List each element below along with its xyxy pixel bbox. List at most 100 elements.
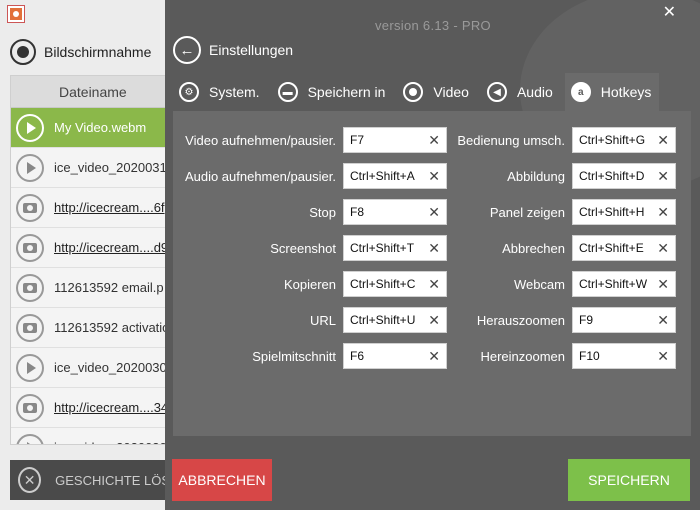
file-row[interactable]: My Video.webm	[11, 108, 169, 148]
tab-video[interactable]: Video	[397, 73, 475, 111]
record-icon	[10, 39, 36, 65]
clear-history-label: GESCHICHTE LÖS	[55, 472, 170, 488]
record-mode-selector[interactable]: Bildschirmnahme ▼	[10, 34, 180, 70]
save-button[interactable]: SPEICHERN	[568, 459, 690, 501]
hotkey-label: Hereinzoomen	[480, 348, 565, 364]
speaker-icon: ◀	[486, 82, 507, 102]
app-logo-icon	[8, 6, 24, 22]
file-name[interactable]: http://icecream....6f	[54, 200, 165, 215]
file-name: 112613592 activatio	[54, 320, 170, 335]
file-list-header[interactable]: Dateiname	[11, 76, 169, 108]
hotkey-row: Audio aufnehmen/pausier. Ctrl+Shift+A ✕	[175, 163, 447, 189]
tab-system[interactable]: ⚙ System.	[173, 73, 266, 111]
hotkey-row: Video aufnehmen/pausier. F7 ✕	[175, 127, 447, 153]
file-name[interactable]: http://icecream....34	[54, 400, 168, 415]
clear-history-icon: ✕	[18, 467, 42, 493]
hotkey-input[interactable]: Ctrl+Shift+E ✕	[572, 235, 676, 261]
hotkey-row: Webcam Ctrl+Shift+W ✕	[423, 271, 676, 297]
file-rows: My Video.webm ice_video_20200312 http://ic…	[11, 108, 169, 444]
hotkey-label: Bedienung umsch.	[457, 132, 565, 148]
file-row[interactable]: http://icecream....d9	[11, 228, 169, 268]
hotkey-value: Ctrl+Shift+A	[350, 169, 415, 183]
camera-icon[interactable]	[16, 193, 44, 222]
clear-hotkey-icon[interactable]: ✕	[657, 168, 669, 185]
hotkey-input[interactable]: Ctrl+Shift+D ✕	[572, 163, 676, 189]
file-name: ice_video_20200305	[54, 360, 170, 375]
hotkey-label: Audio aufnehmen/pausier.	[184, 168, 336, 184]
file-row[interactable]: ice_video_20200305	[11, 348, 169, 388]
file-name: My Video.webm	[54, 120, 147, 135]
back-arrow-icon: ←	[173, 36, 201, 64]
hotkey-input[interactable]: F10 ✕	[572, 343, 676, 369]
file-row[interactable]: ice_video_2020030	[11, 428, 169, 444]
hotkey-value: F7	[350, 133, 365, 147]
file-row[interactable]: http://icecream....6f	[11, 188, 169, 228]
file-name: 112613592 email.p	[54, 280, 164, 295]
hotkey-label: Screenshot	[270, 240, 336, 256]
hotkey-value: F6	[350, 349, 365, 363]
hotkey-label: Stop	[309, 204, 336, 220]
back-button[interactable]: ← Einstellungen	[173, 36, 293, 64]
hotkey-input[interactable]: Ctrl+Shift+H ✕	[572, 199, 676, 225]
camera-icon[interactable]	[16, 233, 44, 262]
hotkey-input[interactable]: Ctrl+Shift+G ✕	[572, 127, 676, 153]
hotkey-row: Herauszoomen F9 ✕	[423, 307, 676, 333]
clear-hotkey-icon[interactable]: ✕	[657, 240, 669, 257]
file-name[interactable]: http://icecream....d9	[54, 240, 168, 255]
hotkey-value: Ctrl+Shift+C	[350, 277, 416, 291]
hotkey-input[interactable]: Ctrl+Shift+W ✕	[572, 271, 676, 297]
hotkey-row: Abbrechen Ctrl+Shift+E ✕	[423, 235, 676, 261]
hotkey-value: Ctrl+Shift+E	[579, 241, 644, 255]
clear-hotkey-icon[interactable]: ✕	[657, 348, 669, 365]
hotkey-value: Ctrl+Shift+T	[350, 241, 415, 255]
hotkey-value: Ctrl+Shift+H	[579, 205, 645, 219]
tab-hotkeys[interactable]: a Hotkeys	[564, 73, 660, 111]
play-icon[interactable]	[16, 353, 44, 382]
hotkey-label: Herauszoomen	[476, 312, 565, 328]
hotkey-value: F8	[350, 205, 365, 219]
play-icon[interactable]	[16, 153, 44, 182]
hotkey-row: Bedienung umsch. Ctrl+Shift+G ✕	[423, 127, 676, 153]
hotkey-value: Ctrl+Shift+U	[350, 313, 416, 327]
clear-hotkey-icon[interactable]: ✕	[657, 276, 669, 293]
clear-history-button[interactable]: ✕ GESCHICHTE LÖS	[10, 460, 170, 500]
record-mode-label: Bildschirmnahme	[44, 44, 152, 60]
clear-hotkey-icon[interactable]: ✕	[657, 204, 669, 221]
hotkey-row: Abbildung Ctrl+Shift+D ✕	[423, 163, 676, 189]
hotkey-row: Spielmitschnitt F6 ✕	[175, 343, 447, 369]
file-row[interactable]: http://icecream....34	[11, 388, 169, 428]
settings-dialog: version 6.13 - PRO ✕ ← Einstellungen ⚙ S…	[165, 0, 700, 510]
hotkey-label: Spielmitschnitt	[252, 348, 336, 364]
camera-icon[interactable]	[16, 273, 44, 302]
camera-icon[interactable]	[16, 393, 44, 422]
version-label: version 6.13 - PRO	[375, 18, 491, 33]
play-icon[interactable]	[16, 113, 44, 142]
tab-label: Video	[433, 84, 469, 100]
hotkey-row: Panel zeigen Ctrl+Shift+H ✕	[423, 199, 676, 225]
hotkey-value: Ctrl+Shift+G	[579, 133, 646, 147]
play-icon[interactable]	[16, 433, 44, 444]
camera-icon[interactable]	[16, 313, 44, 342]
hotkey-row: Screenshot Ctrl+Shift+T ✕	[175, 235, 447, 261]
settings-tabs: ⚙ System. ▬ Speichern in Video ◀ Audio a…	[173, 73, 665, 111]
file-row[interactable]: 112613592 activatio	[11, 308, 169, 348]
tab-label: Hotkeys	[600, 84, 652, 100]
hotkey-value: F9	[579, 313, 594, 327]
close-icon[interactable]: ✕	[663, 2, 676, 22]
hotkey-value: F10	[579, 349, 600, 363]
clear-hotkey-icon[interactable]: ✕	[657, 132, 669, 149]
file-row[interactable]: 112613592 email.p	[11, 268, 169, 308]
hotkey-value: Ctrl+Shift+W	[579, 277, 648, 291]
tab-save-location[interactable]: ▬ Speichern in	[272, 73, 392, 111]
hotkey-label: Panel zeigen	[489, 204, 565, 220]
hotkey-label: Webcam	[513, 276, 565, 292]
file-row[interactable]: ice_video_20200312	[11, 148, 169, 188]
hotkeys-panel: Video aufnehmen/pausier. F7 ✕ Audio aufnehm…	[173, 111, 691, 436]
hotkey-value: Ctrl+Shift+D	[579, 169, 645, 183]
hotkey-input[interactable]: F9 ✕	[572, 307, 676, 333]
gears-icon: ⚙	[179, 82, 199, 102]
clear-hotkey-icon[interactable]: ✕	[657, 312, 669, 329]
cancel-button[interactable]: ABBRECHEN	[172, 459, 272, 501]
file-name: ice_video_2020030	[54, 440, 167, 444]
tab-audio[interactable]: ◀ Audio	[481, 73, 559, 111]
